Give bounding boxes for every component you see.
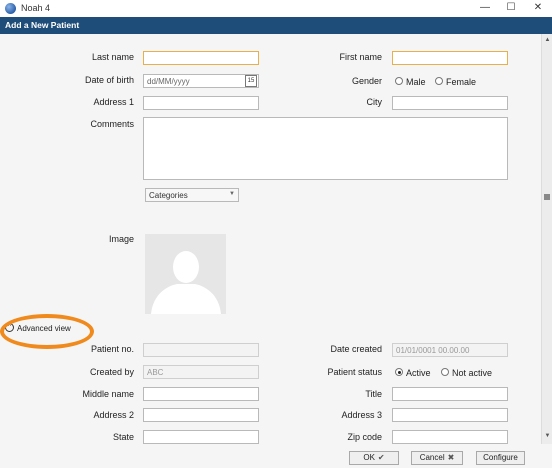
- city-label: City: [366, 97, 383, 107]
- address3-input[interactable]: [392, 408, 508, 422]
- middle-name-input[interactable]: [143, 387, 259, 401]
- middle-name-label: Middle name: [82, 389, 134, 399]
- gender-label: Gender: [351, 76, 382, 86]
- scroll-up-icon[interactable]: ▲: [544, 37, 551, 44]
- window-title: Noah 4: [21, 3, 51, 13]
- comments-label: Comments: [90, 119, 134, 129]
- person-silhouette-icon: [145, 234, 226, 314]
- minimize-button[interactable]: —: [477, 1, 493, 15]
- address2-input[interactable]: [143, 408, 259, 422]
- first-name-label: First name: [339, 52, 382, 62]
- title-label: Title: [365, 389, 382, 399]
- ok-button-label: OK: [363, 453, 375, 462]
- date-created-input: 01/01/0001 00.00.00: [392, 343, 508, 357]
- image-label: Image: [108, 234, 134, 244]
- last-name-label: Last name: [91, 52, 134, 62]
- zip-code-input[interactable]: [392, 430, 508, 444]
- zip-code-label: Zip code: [347, 432, 382, 442]
- title-input[interactable]: [392, 387, 508, 401]
- address2-label: Address 2: [93, 410, 134, 420]
- gender-female-radio[interactable]: [435, 77, 443, 85]
- window-titlebar: Noah 4 — ☐ ✕: [0, 0, 552, 17]
- status-not-active-label: Not active: [452, 368, 493, 378]
- patient-form: Last name First name Date of birth dd/MM…: [0, 34, 541, 444]
- scroll-down-icon[interactable]: ▼: [544, 433, 551, 440]
- vertical-scrollbar[interactable]: ▲ ▼: [541, 34, 552, 444]
- calendar-icon[interactable]: 15: [245, 75, 257, 87]
- date-of-birth-label: Date of birth: [84, 75, 134, 85]
- categories-value: Categories: [149, 191, 188, 200]
- patient-no-label: Patient no.: [90, 344, 134, 354]
- date-of-birth-placeholder: dd/MM/yyyy: [147, 77, 190, 86]
- scrollbar-thumb[interactable]: [544, 194, 550, 200]
- gender-male-label: Male: [406, 77, 426, 87]
- ok-button[interactable]: OK ✔: [349, 451, 399, 465]
- last-name-input[interactable]: [143, 51, 259, 65]
- cancel-x-icon: ✖: [447, 453, 455, 462]
- close-button[interactable]: ✕: [530, 1, 546, 15]
- dialog-title: Add a New Patient: [5, 20, 80, 30]
- date-created-label: Date created: [330, 344, 382, 354]
- patient-no-input: [143, 343, 259, 357]
- state-input[interactable]: [143, 430, 259, 444]
- chevron-down-icon: ▼: [229, 191, 235, 197]
- categories-dropdown[interactable]: Categories ▼: [145, 188, 239, 202]
- noah-app-icon: [5, 3, 16, 14]
- created-by-label: Created by: [89, 367, 134, 377]
- status-active-label: Active: [406, 368, 431, 378]
- maximize-button[interactable]: ☐: [503, 1, 519, 15]
- gender-male-radio[interactable]: [395, 77, 403, 85]
- patient-status-label: Patient status: [327, 367, 382, 377]
- dialog-footer: OK ✔ Cancel ✖ Configure: [0, 444, 552, 468]
- cancel-button-label: Cancel: [419, 453, 445, 462]
- dialog-header: Add a New Patient: [0, 17, 552, 34]
- date-of-birth-input[interactable]: dd/MM/yyyy 15: [143, 74, 259, 88]
- checkmark-icon: ✔: [377, 453, 385, 462]
- address1-label: Address 1: [93, 97, 134, 107]
- status-not-active-radio[interactable]: [441, 368, 449, 376]
- cancel-button[interactable]: Cancel ✖: [411, 451, 463, 465]
- address1-input[interactable]: [143, 96, 259, 110]
- comments-textarea[interactable]: [143, 117, 508, 180]
- state-label: State: [112, 432, 134, 442]
- configure-button[interactable]: Configure: [476, 451, 525, 465]
- city-input[interactable]: [392, 96, 508, 110]
- first-name-input[interactable]: [392, 51, 508, 65]
- gender-female-label: Female: [446, 77, 477, 87]
- address3-label: Address 3: [341, 410, 382, 420]
- patient-image-placeholder[interactable]: [145, 234, 226, 314]
- created-by-input: ABC: [143, 365, 259, 379]
- status-active-radio[interactable]: [395, 368, 403, 376]
